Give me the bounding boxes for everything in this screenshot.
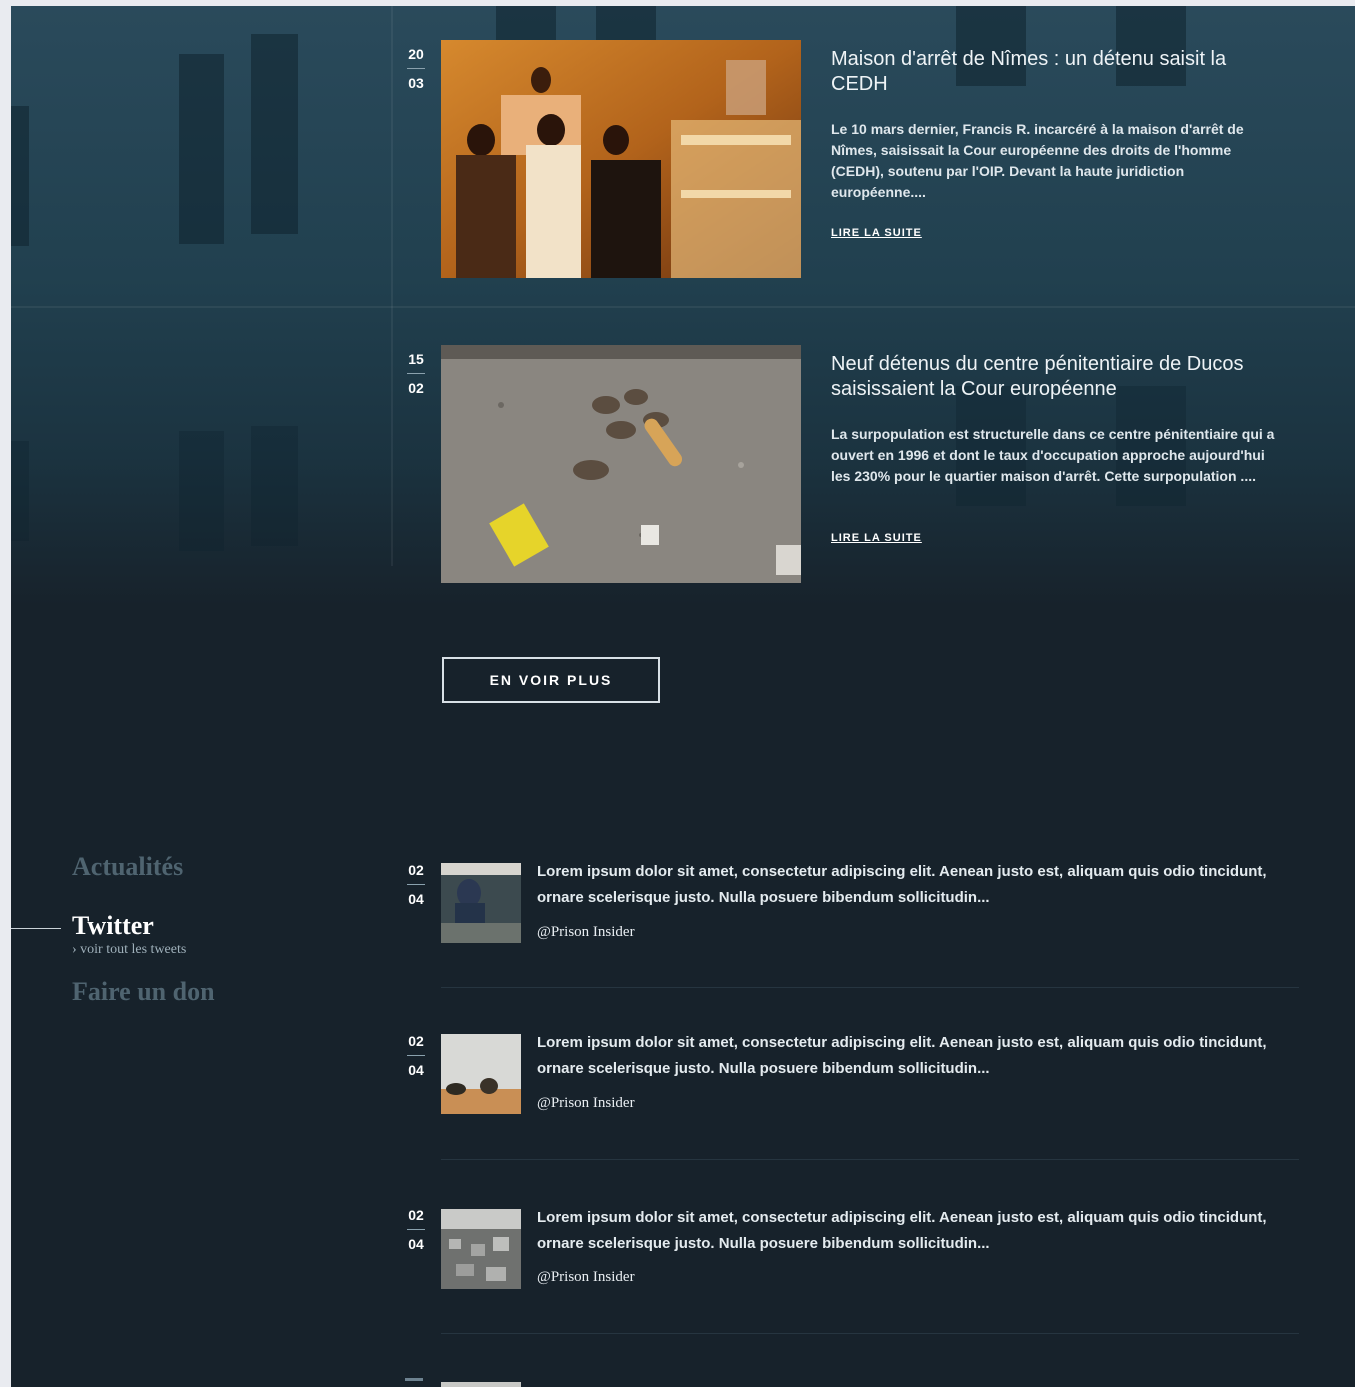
tweet-handle[interactable]: @Prison Insider	[537, 924, 635, 941]
tweet-handle[interactable]: @Prison Insider	[537, 1095, 635, 1112]
see-more-button[interactable]: EN VOIR PLUS	[442, 657, 660, 703]
chevron-right-icon: ›	[72, 942, 81, 957]
tweet-date: 02 04	[407, 1207, 425, 1252]
tweet-image[interactable]	[441, 1209, 521, 1289]
tweet-image[interactable]	[441, 1034, 521, 1114]
page: 20 03 Maison d'arrêt de Nîmes: un déten…	[11, 6, 1355, 1387]
article-image[interactable]	[441, 40, 801, 278]
tweet-date: 02 04	[407, 862, 425, 907]
article-excerpt: La surpopulation est structurelle dans c…	[831, 426, 1275, 484]
tweet-divider	[441, 1333, 1299, 1334]
sidenav-twitter[interactable]: Twitter	[72, 911, 154, 941]
tweet-image[interactable]	[441, 863, 521, 943]
article-date: 20 03	[407, 46, 425, 91]
article-title[interactable]: Maison d'arrêt de Nîmes : un détenu sais…	[831, 47, 1271, 97]
tweet-date: 02 04	[407, 1033, 425, 1078]
read-more-link[interactable]: LIRE LA SUITE	[831, 532, 922, 544]
article-title[interactable]: Neuf détenus du centre pénitentiaire de …	[831, 352, 1271, 402]
article-image[interactable]	[441, 345, 801, 583]
sidenav-active-indicator	[11, 928, 61, 929]
tweet-divider	[441, 1159, 1299, 1160]
tweet-divider	[441, 987, 1299, 988]
tweet-text: Lorem ipsum dolor sit amet, consectetur …	[537, 1034, 1267, 1077]
article-excerpt: Le 10 mars dernier, Francis R. incarcéré…	[831, 121, 1244, 200]
read-more-link[interactable]: LIRE LA SUITE	[831, 227, 922, 239]
article-date: 15 02	[407, 351, 425, 396]
sidenav-twitter-sub[interactable]: › voir tout les tweets	[72, 942, 186, 958]
next-tweet-image-partial	[441, 1382, 521, 1387]
sidenav-don[interactable]: Faire un don	[72, 977, 215, 1007]
tweet-text: Lorem ipsum dolor sit amet, consectetur …	[537, 863, 1267, 906]
tweet-handle[interactable]: @Prison Insider	[537, 1269, 635, 1286]
next-tweet-date-partial	[405, 1378, 423, 1381]
tweet-text: Lorem ipsum dolor sit amet, consectetur …	[537, 1209, 1267, 1252]
sidenav-actualites[interactable]: Actualités	[72, 852, 183, 882]
